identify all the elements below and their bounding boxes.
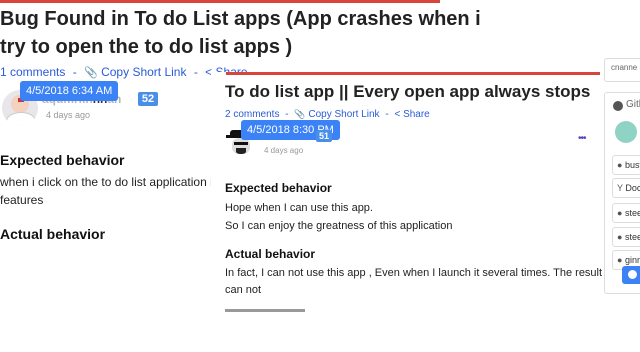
front-post-reputation-badge: 51 <box>316 130 332 142</box>
github-small-icon: ● <box>617 232 623 242</box>
sidebar-tag-label: busy-v <box>624 160 640 170</box>
branch-icon: Y <box>617 183 623 193</box>
separator: - <box>72 65 77 79</box>
front-post-expected-line1: Hope when I can use this app. <box>225 202 373 214</box>
separator: - <box>193 65 198 79</box>
sidebar-top-card: cnanne <box>604 58 640 82</box>
front-post-expected-line2: So I can enjoy the greatness of this app… <box>225 220 453 232</box>
github-small-icon: ● <box>617 255 623 265</box>
sidebar-tag-label: Docu <box>625 183 640 193</box>
front-post-actual-line2: can not <box>225 284 262 296</box>
back-post-comments-link[interactable]: 1 comments <box>0 65 65 79</box>
sidebar-tag[interactable]: ● steem <box>612 227 640 247</box>
front-post-actual-heading: Actual behavior <box>225 247 316 261</box>
github-small-icon: ● <box>617 208 623 218</box>
back-post-title-line2: try to open the to do list apps ) <box>0 36 293 58</box>
front-post-copy-short-link[interactable]: Copy Short Link <box>308 109 379 120</box>
back-post-reputation-badge: 52 <box>138 92 158 106</box>
front-post-comments-link[interactable]: 2 comments <box>225 109 279 120</box>
clip-icon: 📎 <box>294 109 306 119</box>
back-post-expected-heading: Expected behavior <box>0 152 125 168</box>
back-post-time-ago: 4 days ago <box>46 110 91 120</box>
back-post-top-bar <box>0 0 440 3</box>
github-icon <box>628 270 637 279</box>
sidebar-tag[interactable]: Y Docu <box>612 178 640 198</box>
sidebar-github-avatar <box>615 121 637 143</box>
sidebar-tag-label: steem <box>624 208 640 218</box>
front-post-time-ago: 4 days ago <box>264 146 304 155</box>
back-post-actual-heading: Actual behavior <box>0 226 106 242</box>
back-post-expected-line2: features <box>0 193 44 207</box>
sidebar-tag-label: steem <box>624 232 640 242</box>
front-post-top-bar <box>226 72 600 75</box>
separator: - <box>385 109 389 120</box>
front-post-cutoff-heading <box>225 309 305 312</box>
sidebar-github-label: Gith <box>626 99 640 110</box>
back-post-date-tooltip: 4/5/2018 6:34 AM <box>20 81 119 101</box>
front-post-share-link[interactable]: Share <box>403 109 430 120</box>
sidebar-tag-label: ginm <box>624 255 640 265</box>
sidebar-action-button[interactable] <box>622 266 640 284</box>
sidebar-top-text: cnanne <box>611 63 638 72</box>
clip-icon: 📎 <box>84 67 98 79</box>
sidebar-tag[interactable]: ● busy-v <box>612 155 640 175</box>
back-post-copy-short-link[interactable]: Copy Short Link <box>101 65 186 79</box>
separator: - <box>285 109 289 120</box>
back-post-title-line1: Bug Found in To do List apps (App crashe… <box>0 8 481 30</box>
front-post-expected-heading: Expected behavior <box>225 181 332 195</box>
github-icon <box>613 101 623 111</box>
github-small-icon: ● <box>617 160 623 170</box>
front-post-title: To do list app || Every open app always … <box>225 82 591 101</box>
more-options-icon[interactable]: ••• <box>578 133 586 144</box>
share-icon: < <box>394 109 401 120</box>
front-post-actual-line1: In fact, I can not use this app , Even w… <box>225 267 626 279</box>
sidebar-tag[interactable]: ● steem <box>612 203 640 223</box>
back-post-expected-line1: when i click on the to do list applicati… <box>0 175 226 189</box>
